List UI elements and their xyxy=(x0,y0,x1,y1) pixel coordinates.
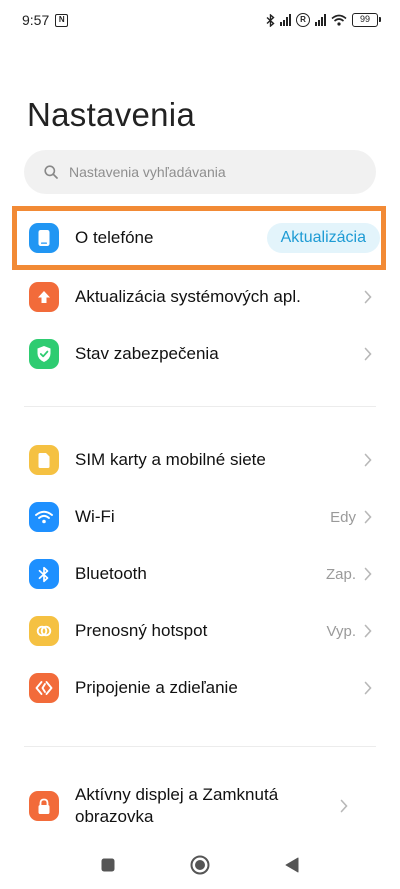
circle-icon xyxy=(190,855,210,874)
search-icon xyxy=(44,165,58,179)
section-divider xyxy=(24,406,376,407)
settings-item-label: Wi-Fi xyxy=(75,507,115,526)
wifi-network-value: Edy xyxy=(330,508,356,526)
section-divider xyxy=(24,746,376,747)
nfc-icon: N xyxy=(55,13,69,27)
settings-item-bluetooth[interactable]: Bluetooth Zap. xyxy=(0,546,400,602)
navigation-bar xyxy=(0,840,400,889)
lock-icon xyxy=(29,791,59,821)
hotspot-icon xyxy=(29,616,59,646)
roaming-icon: R xyxy=(296,13,310,27)
settings-item-label: Stav zabezpečenia xyxy=(75,344,219,363)
chevron-right-icon xyxy=(364,681,372,695)
settings-item-security-status[interactable]: Stav zabezpečenia xyxy=(0,326,400,382)
settings-item-label: Aktívny displej a Zamknutá obrazovka xyxy=(75,785,279,826)
page-title: Nastavenia xyxy=(27,96,196,133)
hotspot-state-value: Vyp. xyxy=(326,622,356,640)
sim-card-icon xyxy=(29,445,59,475)
bluetooth-status-icon xyxy=(266,13,275,27)
chevron-right-icon xyxy=(364,347,372,361)
recent-apps-button[interactable] xyxy=(98,855,118,875)
back-button[interactable] xyxy=(282,855,302,875)
settings-item-label: Bluetooth xyxy=(75,564,147,583)
wifi-status-icon xyxy=(331,14,347,26)
settings-item-label: Aktualizácia systémových apl. xyxy=(75,287,301,306)
settings-item-wifi[interactable]: Wi-Fi Edy xyxy=(0,489,400,545)
chevron-right-icon xyxy=(364,567,372,581)
settings-item-label: SIM karty a mobilné siete xyxy=(75,450,266,469)
settings-item-label: Pripojenie a zdieľanie xyxy=(75,678,238,697)
chevron-right-icon xyxy=(364,290,372,304)
share-connection-icon xyxy=(29,673,59,703)
signal-icon-2 xyxy=(315,14,326,26)
chevron-right-icon xyxy=(364,510,372,524)
arrow-up-icon xyxy=(29,282,59,312)
bluetooth-state-value: Zap. xyxy=(325,565,356,583)
settings-item-connection-sharing[interactable]: Pripojenie a zdieľanie xyxy=(0,660,400,716)
square-icon xyxy=(101,858,115,871)
settings-item-label: Prenosný hotspot xyxy=(75,621,208,640)
wifi-icon xyxy=(29,502,59,532)
home-button[interactable] xyxy=(190,855,210,875)
settings-item-hotspot[interactable]: Prenosný hotspot Vyp. xyxy=(0,603,400,659)
highlight-frame xyxy=(12,206,386,270)
bluetooth-icon xyxy=(29,559,59,589)
settings-item-lock-screen[interactable]: Aktívny displej a Zamknutá obrazovka xyxy=(0,776,400,836)
battery-icon: 99 xyxy=(352,13,381,27)
status-bar: 9:57 N R 99 xyxy=(0,0,400,40)
settings-item-sim-cards[interactable]: SIM karty a mobilné siete xyxy=(0,432,400,488)
status-time: 9:57 xyxy=(22,12,50,28)
chevron-right-icon xyxy=(364,624,372,638)
shield-check-icon xyxy=(29,339,59,369)
chevron-right-icon xyxy=(340,799,348,813)
triangle-back-icon xyxy=(285,857,299,872)
chevron-right-icon xyxy=(364,453,372,467)
search-input[interactable] xyxy=(69,164,349,180)
settings-item-system-apps-update[interactable]: Aktualizácia systémových apl. xyxy=(0,269,400,325)
search-bar[interactable] xyxy=(24,150,376,194)
signal-icon xyxy=(280,14,291,26)
